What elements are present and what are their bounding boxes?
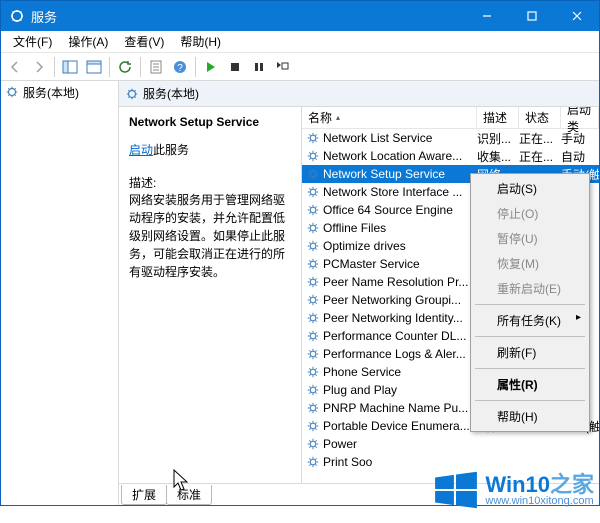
ctx-help[interactable]: 帮助(H) bbox=[473, 404, 587, 429]
cell-name: Phone Service bbox=[323, 365, 401, 379]
content-header: 服务(本地) bbox=[119, 81, 599, 107]
cell-desc: 识别... bbox=[477, 130, 519, 147]
cell-status: 正在... bbox=[519, 130, 561, 147]
table-row[interactable]: Power bbox=[302, 435, 599, 453]
restart-service-button[interactable] bbox=[271, 55, 295, 79]
ctx-sep bbox=[475, 336, 585, 337]
cell-name: Network Location Aware... bbox=[323, 149, 462, 163]
cell-startup: 手动 bbox=[561, 130, 599, 147]
detail-pane: Network Setup Service 启动此服务 描述: 网络安装服务用于… bbox=[119, 107, 302, 483]
col-status[interactable]: 状态 bbox=[519, 107, 561, 128]
menu-bar: 文件(F) 操作(A) 查看(V) 帮助(H) bbox=[1, 31, 599, 53]
menu-action[interactable]: 操作(A) bbox=[60, 31, 116, 52]
back-button[interactable] bbox=[3, 55, 27, 79]
cell-name: Print Soo bbox=[323, 455, 372, 469]
desc-text: 网络安装服务用于管理网络驱动程序的安装，并允许配置低级别网络设置。如果停止此服务… bbox=[129, 191, 291, 281]
ctx-all-tasks[interactable]: 所有任务(K) bbox=[473, 308, 587, 333]
refresh-button[interactable] bbox=[113, 55, 137, 79]
tree-root-label: 服务(本地) bbox=[23, 84, 79, 101]
app-icon bbox=[9, 8, 25, 24]
show-hide-tree-button[interactable] bbox=[58, 55, 82, 79]
toolbar-sep bbox=[195, 57, 196, 77]
toolbar-sep bbox=[54, 57, 55, 77]
ctx-sep bbox=[475, 368, 585, 369]
cell-status: 正在... bbox=[519, 148, 561, 165]
selected-service-name: Network Setup Service bbox=[129, 115, 291, 129]
cell-name: Optimize drives bbox=[323, 239, 406, 253]
menu-file[interactable]: 文件(F) bbox=[5, 31, 60, 52]
ctx-pause[interactable]: 暂停(U) bbox=[473, 226, 587, 251]
start-service-button[interactable] bbox=[199, 55, 223, 79]
tree-root-item[interactable]: 服务(本地) bbox=[1, 81, 118, 103]
title-bar: 服务 bbox=[1, 1, 599, 31]
cell-name: Performance Counter DL... bbox=[323, 329, 466, 343]
cell-name: PCMaster Service bbox=[323, 257, 420, 271]
cell-startup: 自动 bbox=[561, 148, 599, 165]
pause-service-button[interactable] bbox=[247, 55, 271, 79]
toolbar-sep bbox=[140, 57, 141, 77]
help-button[interactable]: ? bbox=[168, 55, 192, 79]
list-header: 名称▴ 描述 状态 启动类 bbox=[302, 107, 599, 129]
export-button[interactable] bbox=[82, 55, 106, 79]
svg-text:?: ? bbox=[177, 63, 183, 74]
ctx-sep bbox=[475, 400, 585, 401]
table-row[interactable]: Network List Service 识别...正在...手动 bbox=[302, 129, 599, 147]
cell-name: Network List Service bbox=[323, 131, 432, 145]
desc-label: 描述: bbox=[129, 174, 291, 191]
sort-asc-icon: ▴ bbox=[336, 113, 340, 122]
cell-name: Performance Logs & Aler... bbox=[323, 347, 466, 361]
cell-name: Network Store Interface ... bbox=[323, 185, 462, 199]
start-link[interactable]: 启动 bbox=[129, 143, 153, 157]
context-menu: 启动(S) 停止(O) 暂停(U) 恢复(M) 重新启动(E) 所有任务(K) … bbox=[470, 173, 590, 432]
menu-view[interactable]: 查看(V) bbox=[116, 31, 172, 52]
cell-name: Peer Networking Identity... bbox=[323, 311, 463, 325]
table-row[interactable]: Print Soo bbox=[302, 453, 599, 471]
cell-name: Peer Name Resolution Pr... bbox=[323, 275, 468, 289]
ctx-sep bbox=[475, 304, 585, 305]
ctx-properties[interactable]: 属性(R) bbox=[473, 372, 587, 397]
cell-desc: 收集... bbox=[477, 148, 519, 165]
action-line: 启动此服务 bbox=[129, 141, 291, 158]
ctx-refresh[interactable]: 刷新(F) bbox=[473, 340, 587, 365]
close-button[interactable] bbox=[554, 1, 599, 31]
ctx-stop[interactable]: 停止(O) bbox=[473, 201, 587, 226]
menu-help[interactable]: 帮助(H) bbox=[172, 31, 229, 52]
gear-icon bbox=[5, 85, 19, 99]
toolbar: ? bbox=[1, 53, 599, 81]
cell-name: Network Setup Service bbox=[323, 167, 445, 181]
window-title: 服务 bbox=[31, 7, 57, 26]
table-row[interactable]: Network Location Aware... 收集...正在...自动 bbox=[302, 147, 599, 165]
ctx-resume[interactable]: 恢复(M) bbox=[473, 251, 587, 276]
col-desc[interactable]: 描述 bbox=[477, 107, 519, 128]
ctx-restart[interactable]: 重新启动(E) bbox=[473, 276, 587, 301]
maximize-button[interactable] bbox=[509, 1, 554, 31]
stop-service-button[interactable] bbox=[223, 55, 247, 79]
content-header-label: 服务(本地) bbox=[143, 85, 199, 102]
ctx-start[interactable]: 启动(S) bbox=[473, 176, 587, 201]
cell-name: Plug and Play bbox=[323, 383, 397, 397]
cell-name: PNRP Machine Name Pu... bbox=[323, 401, 468, 415]
tree-pane: 服务(本地) bbox=[1, 81, 119, 505]
minimize-button[interactable] bbox=[464, 1, 509, 31]
cell-name: Office 64 Source Engine bbox=[323, 203, 453, 217]
col-name[interactable]: 名称▴ bbox=[302, 107, 477, 128]
forward-button[interactable] bbox=[27, 55, 51, 79]
cursor-icon bbox=[173, 469, 193, 495]
cell-name: Power bbox=[323, 437, 357, 451]
tab-extended[interactable]: 扩展 bbox=[121, 485, 167, 505]
cell-name: Peer Networking Groupi... bbox=[323, 293, 461, 307]
cell-name: Portable Device Enumera... bbox=[323, 419, 470, 433]
col-startup[interactable]: 启动类 bbox=[561, 107, 599, 128]
action-suffix: 此服务 bbox=[153, 143, 189, 157]
toolbar-sep bbox=[109, 57, 110, 77]
cell-name: Offline Files bbox=[323, 221, 386, 235]
gear-icon bbox=[125, 87, 139, 101]
properties-button[interactable] bbox=[144, 55, 168, 79]
